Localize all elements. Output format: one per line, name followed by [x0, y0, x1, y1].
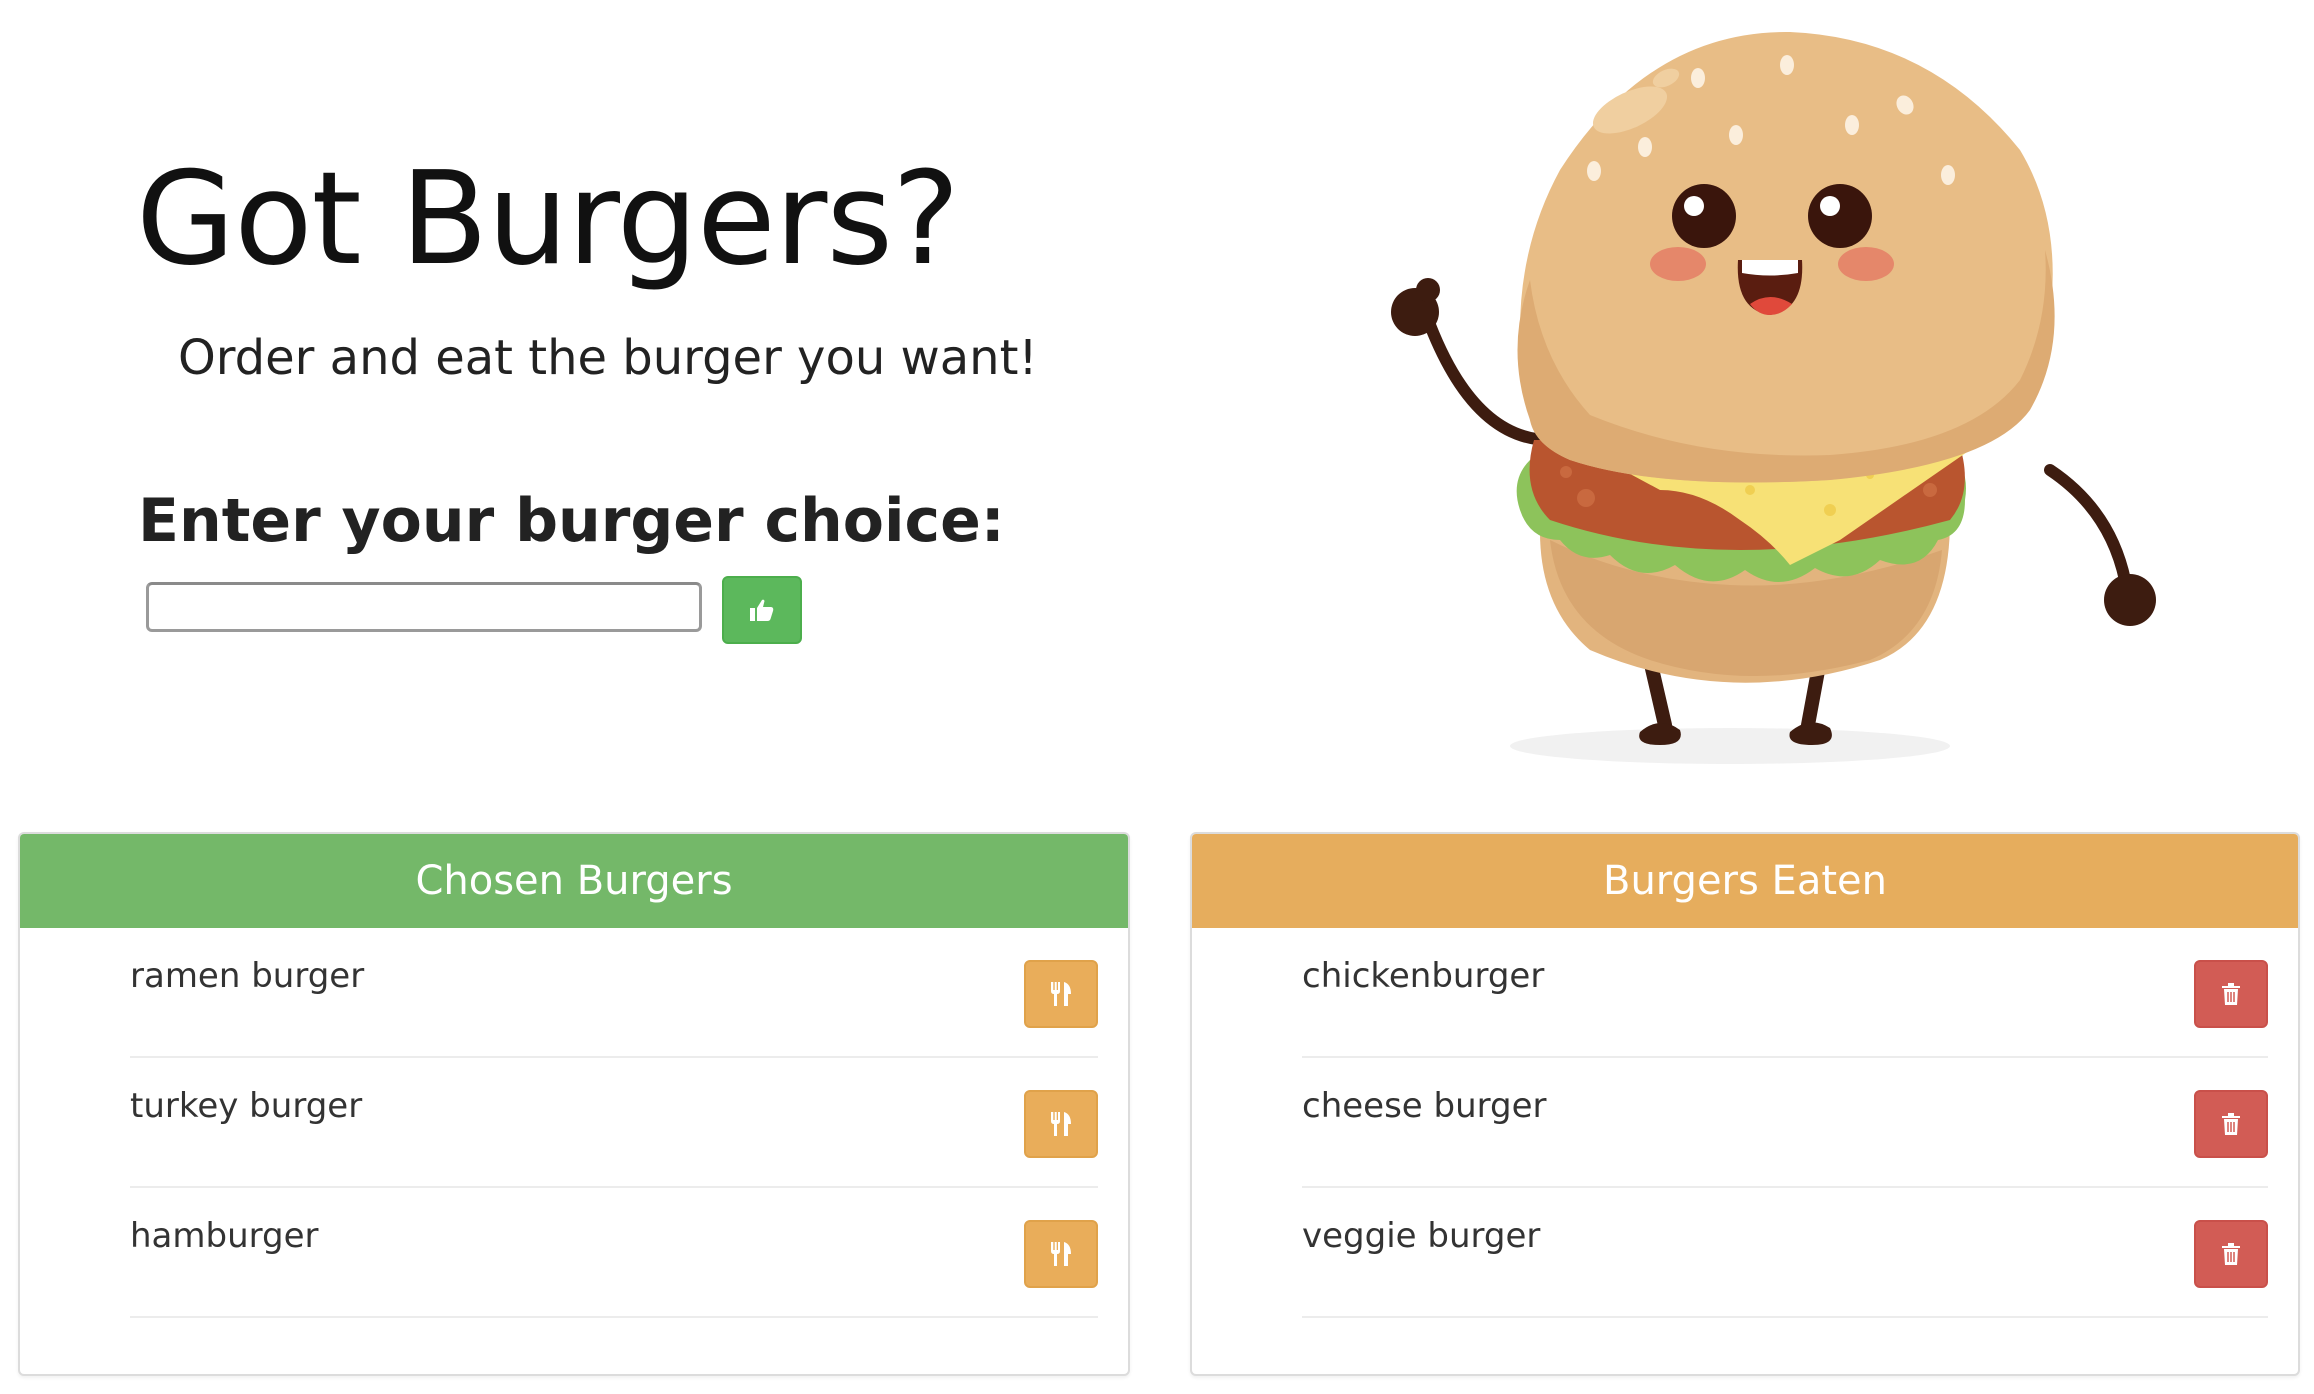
- chosen-burgers-list: ramen burger turkey burger hamburger: [20, 928, 1128, 1318]
- devour-button[interactable]: [1024, 1220, 1098, 1288]
- burger-name: turkey burger: [130, 1086, 363, 1126]
- fork-knife-icon: [1051, 1112, 1071, 1136]
- burger-name-input[interactable]: [146, 582, 702, 632]
- burger-name: ramen burger: [130, 956, 365, 996]
- delete-button[interactable]: [2194, 960, 2268, 1028]
- burgers-eaten-panel: Burgers Eaten chickenburger cheese burge…: [1190, 832, 2300, 1376]
- burgers-eaten-list: chickenburger cheese burger veggie burge…: [1192, 928, 2298, 1318]
- submit-burger-button[interactable]: [722, 576, 802, 644]
- trash-icon: [2222, 1113, 2240, 1135]
- burger-name: veggie burger: [1302, 1216, 1541, 1256]
- list-item: turkey burger: [130, 1058, 1098, 1188]
- list-item: ramen burger: [130, 928, 1098, 1058]
- delete-button[interactable]: [2194, 1090, 2268, 1158]
- list-item: hamburger: [130, 1188, 1098, 1318]
- chosen-burgers-heading: Chosen Burgers: [20, 834, 1128, 928]
- burger-name: cheese burger: [1302, 1086, 1547, 1126]
- devour-button[interactable]: [1024, 960, 1098, 1028]
- list-item: cheese burger: [1302, 1058, 2268, 1188]
- list-item: chickenburger: [1302, 928, 2268, 1058]
- fork-knife-icon: [1051, 982, 1071, 1006]
- page: Got Burgers? Order and eat the burger yo…: [0, 0, 2314, 1394]
- burger-choice-label: Enter your burger choice:: [138, 486, 1005, 556]
- page-title: Got Burgers?: [136, 145, 960, 294]
- burgers-eaten-heading: Burgers Eaten: [1192, 834, 2298, 928]
- delete-button[interactable]: [2194, 1220, 2268, 1288]
- list-item: veggie burger: [1302, 1188, 2268, 1318]
- devour-button[interactable]: [1024, 1090, 1098, 1158]
- page-subtitle: Order and eat the burger you want!: [178, 330, 1038, 386]
- trash-icon: [2222, 1243, 2240, 1265]
- trash-icon: [2222, 983, 2240, 1005]
- burger-name: chickenburger: [1302, 956, 1545, 996]
- thumbs-up-icon: [750, 599, 774, 621]
- burger-mascot-illustration: [1391, 31, 2156, 764]
- burger-name: hamburger: [130, 1216, 319, 1256]
- chosen-burgers-panel: Chosen Burgers ramen burger turkey burge…: [18, 832, 1130, 1376]
- fork-knife-icon: [1051, 1242, 1071, 1266]
